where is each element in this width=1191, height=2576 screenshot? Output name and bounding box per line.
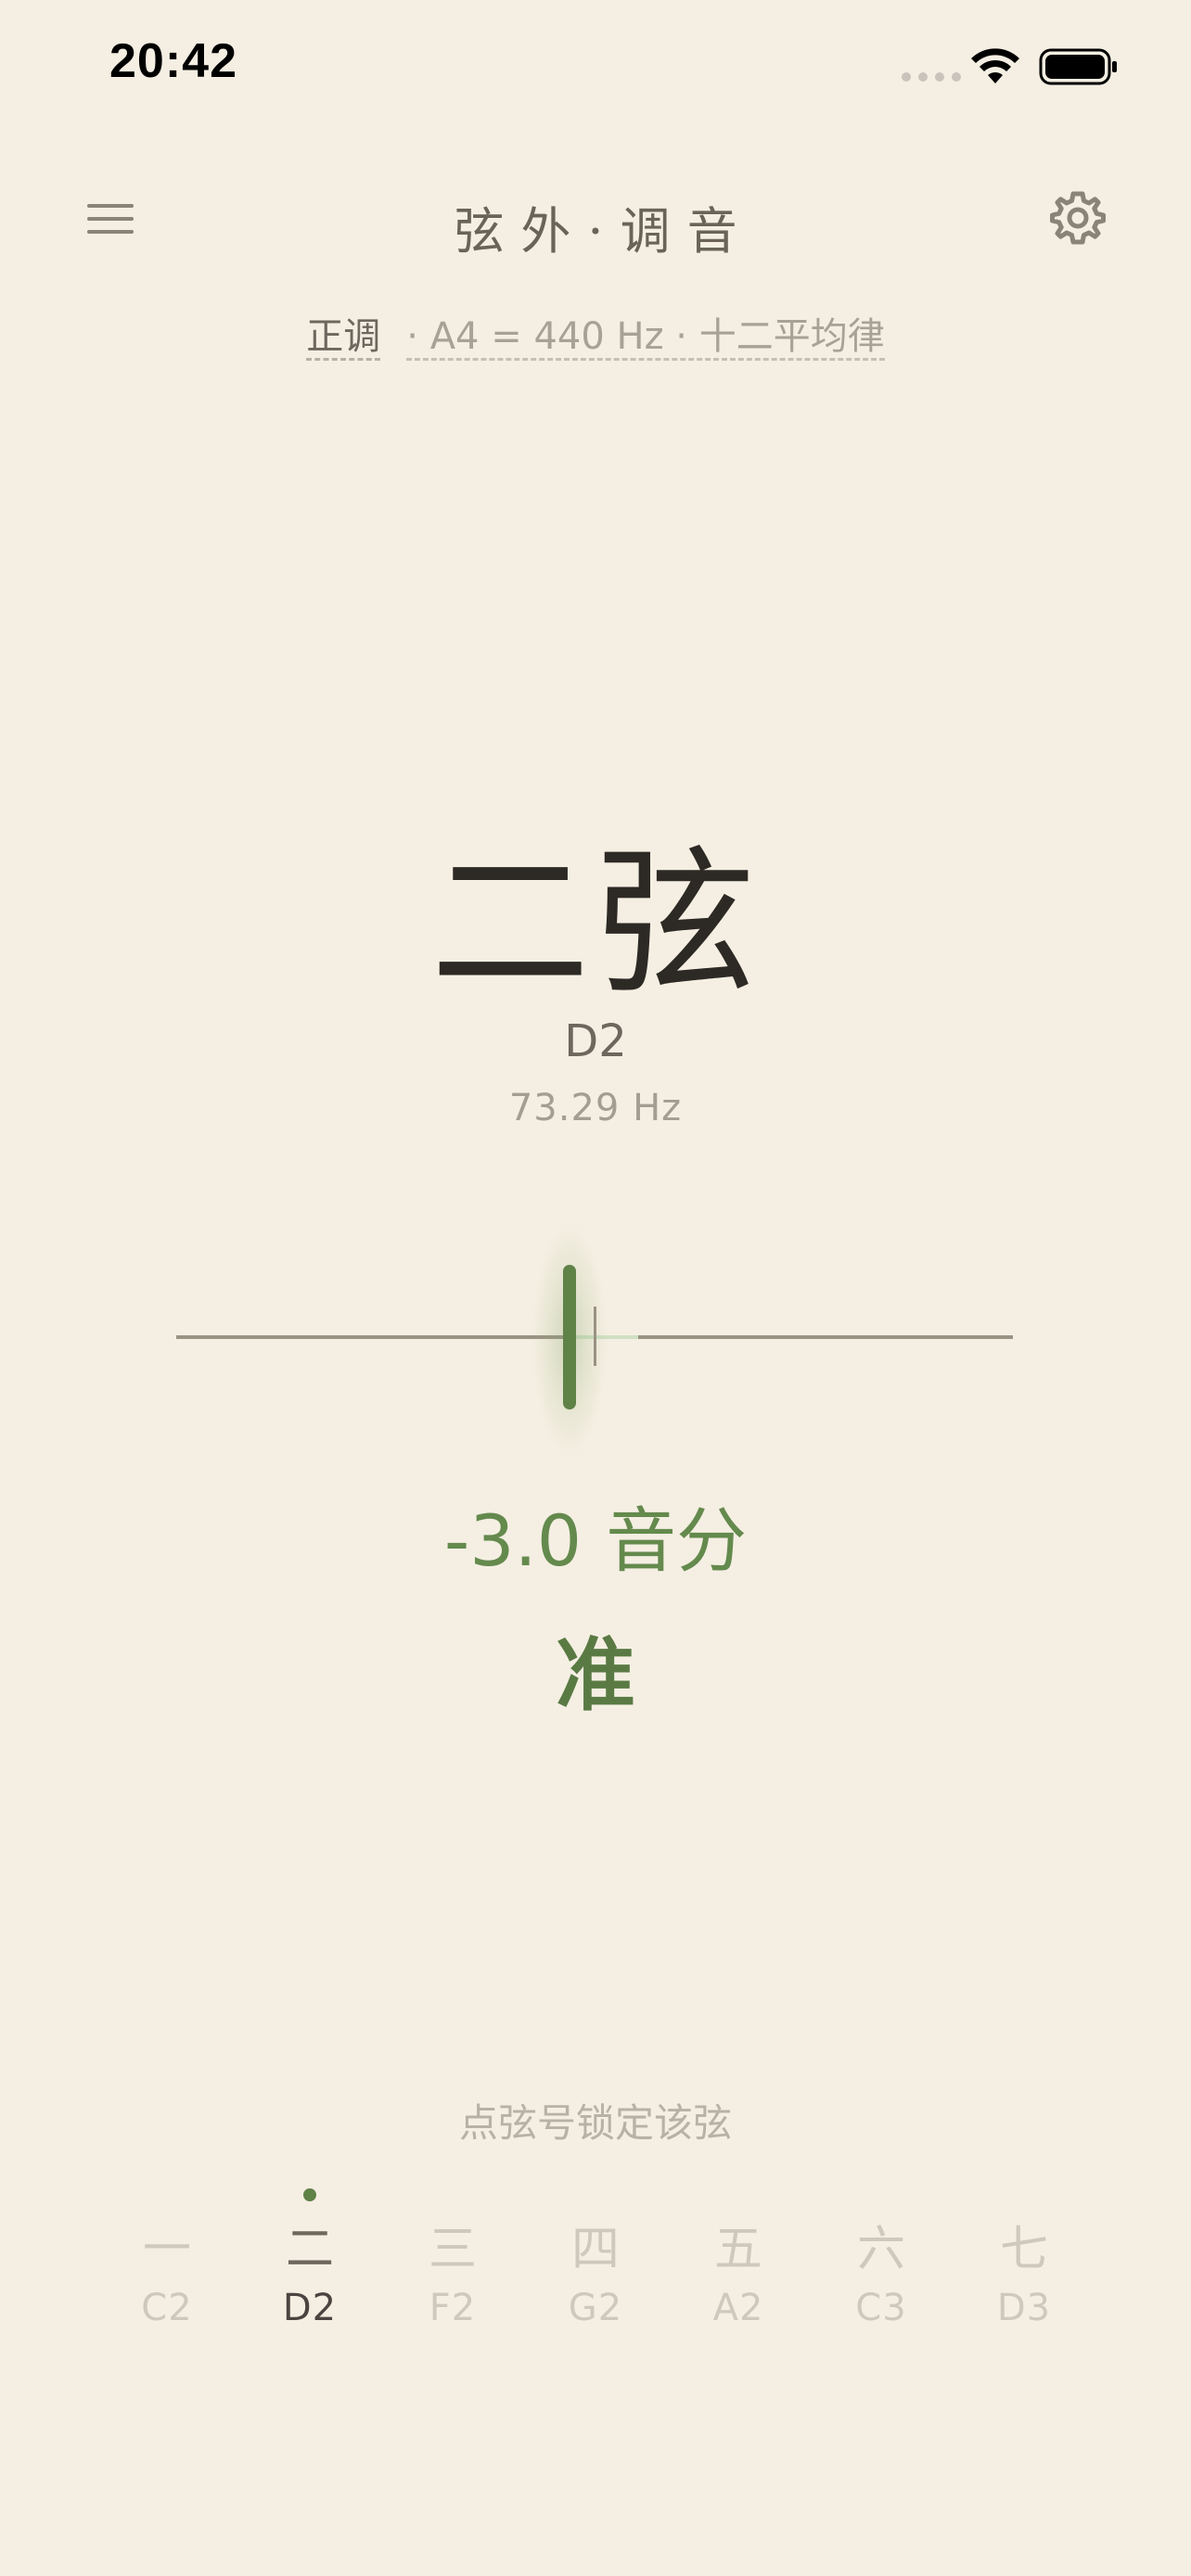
string-number: 一 — [142, 2222, 191, 2277]
lock-string-hint: 点弦号锁定该弦 — [458, 2100, 732, 2146]
string-button[interactable]: 五 A2 — [667, 2188, 810, 2329]
string-number: 二 — [285, 2222, 334, 2277]
current-note: D2 — [564, 1015, 627, 1067]
tuning-mode-selector[interactable]: 正调 — [306, 315, 381, 361]
cents-unit: 音分 — [606, 1499, 748, 1582]
wifi-icon — [970, 46, 1020, 89]
center-tick — [594, 1307, 596, 1366]
battery-icon — [1039, 46, 1119, 91]
string-note: G2 — [568, 2287, 623, 2329]
string-number: 七 — [999, 2222, 1048, 2277]
string-note: F2 — [429, 2287, 477, 2329]
tuning-info: 正调 · A4 = 440 Hz · 十二平均律 — [0, 306, 1191, 361]
string-note: A2 — [712, 2287, 764, 2329]
active-indicator-dot — [303, 2188, 316, 2201]
target-frequency: 73.29 Hz — [508, 1087, 683, 1129]
string-number: 六 — [856, 2222, 905, 2277]
tuning-status: 准 — [556, 1628, 635, 1722]
string-button[interactable]: 三 F2 — [381, 2188, 524, 2329]
string-selector: 一 C2 二 D2 三 F2 四 G2 五 A2 六 C3 七 D3 — [96, 2188, 1095, 2329]
string-number: 四 — [570, 2222, 620, 2277]
app-title: 弦外·调音 — [454, 202, 754, 261]
reference-pitch-selector[interactable]: · A4 = 440 Hz · 十二平均律 — [406, 315, 885, 361]
status-time: 20:42 — [109, 34, 237, 88]
signal-icon — [902, 72, 961, 82]
string-note: D3 — [996, 2287, 1052, 2329]
tuning-needle — [562, 1265, 576, 1409]
string-number: 五 — [713, 2222, 762, 2277]
string-note: C2 — [141, 2287, 193, 2329]
string-button[interactable]: 二 D2 — [238, 2188, 381, 2329]
cents-value: -3.0 — [443, 1499, 583, 1582]
string-number: 三 — [428, 2222, 477, 2277]
cents-readout: -3.0 音分 — [0, 1484, 1191, 1586]
string-button[interactable]: 六 C3 — [810, 2188, 953, 2329]
string-note: C3 — [855, 2287, 907, 2329]
gear-icon[interactable] — [1050, 190, 1106, 249]
string-button[interactable]: 七 D3 — [953, 2188, 1095, 2329]
current-string-name: 二弦 — [430, 830, 761, 1016]
string-button[interactable]: 四 G2 — [524, 2188, 667, 2329]
string-note: D2 — [282, 2287, 338, 2329]
string-button[interactable]: 一 C2 — [96, 2188, 238, 2329]
